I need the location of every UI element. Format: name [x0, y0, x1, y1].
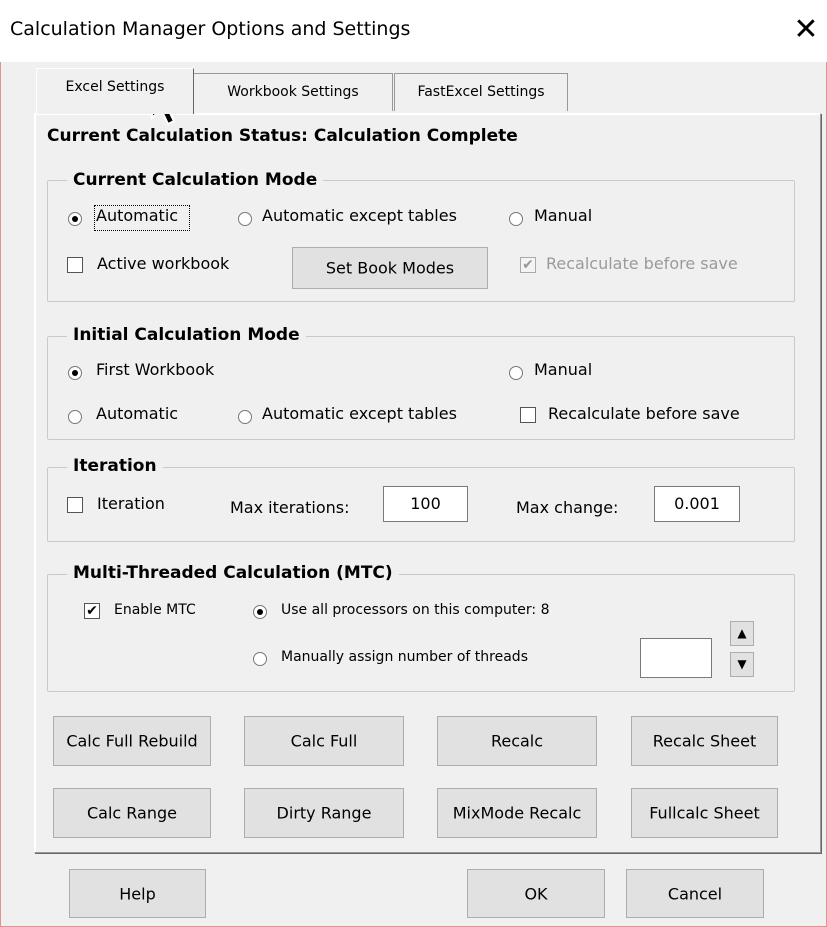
- radio-initial-automatic-except-tables-label[interactable]: Automatic except tables: [262, 404, 457, 423]
- radio-initial-manual[interactable]: [509, 366, 523, 380]
- fullcalc-sheet-button[interactable]: Fullcalc Sheet: [631, 788, 778, 838]
- max-change-input[interactable]: 0.001: [654, 486, 740, 522]
- tab-workbook-settings[interactable]: Workbook Settings: [193, 73, 393, 111]
- calc-full-rebuild-button[interactable]: Calc Full Rebuild: [53, 716, 211, 766]
- checkbox-recalc-before-save-initial[interactable]: [520, 407, 536, 423]
- checkbox-recalc-before-save-current-label: Recalculate before save: [546, 254, 738, 273]
- radio-use-all-processors-label[interactable]: Use all processors on this computer: 8: [281, 602, 550, 618]
- radio-automatic-except-tables[interactable]: [238, 212, 252, 226]
- tab-excel-settings[interactable]: Excel Settings: [36, 68, 194, 114]
- radio-manual-label[interactable]: Manual: [534, 206, 592, 225]
- radio-manual[interactable]: [509, 212, 523, 226]
- checkbox-enable-mtc-label[interactable]: Enable MTC: [114, 602, 196, 618]
- radio-initial-automatic-except-tables[interactable]: [238, 410, 252, 424]
- radio-first-workbook[interactable]: [68, 366, 82, 380]
- button-label: Calc Range: [86, 803, 177, 823]
- button-label: Set Book Modes: [325, 258, 455, 278]
- radio-first-workbook-label[interactable]: First Workbook: [96, 360, 214, 379]
- spin-down-icon[interactable]: ▼: [730, 652, 754, 677]
- radio-initial-automatic-label[interactable]: Automatic: [96, 404, 178, 423]
- set-book-modes-button[interactable]: Set Book Modes: [292, 247, 488, 289]
- max-iterations-input[interactable]: 100: [383, 486, 468, 522]
- checkbox-active-workbook[interactable]: [67, 257, 83, 273]
- tab-label: FastExcel Settings: [417, 84, 545, 100]
- focus-indicator: [94, 205, 190, 231]
- mixmode-recalc-button[interactable]: MixMode Recalc: [437, 788, 597, 838]
- button-label: Cancel: [667, 884, 723, 903]
- tab-fastexcel-settings[interactable]: FastExcel Settings: [394, 73, 568, 111]
- window-title: Calculation Manager Options and Settings: [10, 18, 411, 40]
- calculation-status: Current Calculation Status: Calculation …: [47, 126, 518, 146]
- tab-label: Excel Settings: [65, 79, 165, 95]
- group-legend: Iteration: [67, 456, 163, 476]
- button-label: OK: [524, 884, 548, 903]
- button-label: Calc Full Rebuild: [66, 731, 198, 751]
- button-label: Calc Full: [290, 731, 358, 751]
- cancel-button[interactable]: Cancel: [626, 869, 764, 918]
- radio-manually-assign-threads-label[interactable]: Manually assign number of threads: [281, 649, 528, 665]
- checkbox-recalc-before-save-initial-label[interactable]: Recalculate before save: [548, 404, 740, 423]
- group-initial-calculation-mode: [47, 336, 795, 440]
- checkbox-enable-mtc[interactable]: ✔: [84, 603, 100, 619]
- calc-full-button[interactable]: Calc Full: [244, 716, 404, 766]
- spin-up-icon[interactable]: ▲: [730, 621, 754, 646]
- max-iterations-label: Max iterations:: [230, 498, 350, 517]
- radio-initial-automatic[interactable]: [68, 410, 82, 424]
- button-label: Dirty Range: [276, 803, 372, 823]
- radio-initial-manual-label[interactable]: Manual: [534, 360, 592, 379]
- button-label: MixMode Recalc: [452, 803, 582, 823]
- group-legend: Current Calculation Mode: [67, 170, 324, 190]
- dirty-range-button[interactable]: Dirty Range: [244, 788, 404, 838]
- close-icon[interactable]: ✕: [786, 10, 826, 50]
- tab-label: Workbook Settings: [227, 84, 359, 100]
- radio-automatic[interactable]: [68, 212, 82, 226]
- radio-automatic-except-tables-label[interactable]: Automatic except tables: [262, 206, 457, 225]
- thread-count-input[interactable]: [640, 638, 712, 678]
- button-label: Recalc: [490, 731, 544, 751]
- group-legend: Initial Calculation Mode: [67, 325, 306, 345]
- recalc-sheet-button[interactable]: Recalc Sheet: [631, 716, 778, 766]
- max-change-label: Max change:: [516, 498, 619, 517]
- button-label: Fullcalc Sheet: [649, 803, 760, 823]
- radio-use-all-processors[interactable]: [253, 605, 267, 619]
- button-label: Recalc Sheet: [652, 731, 757, 751]
- ok-button[interactable]: OK: [467, 869, 605, 918]
- recalc-button[interactable]: Recalc: [437, 716, 597, 766]
- checkbox-recalc-before-save-current: ✔: [520, 257, 536, 273]
- button-label: Help: [119, 884, 156, 903]
- checkbox-active-workbook-label[interactable]: Active workbook: [97, 254, 229, 273]
- help-button[interactable]: Help: [69, 869, 206, 918]
- calc-range-button[interactable]: Calc Range: [53, 788, 211, 838]
- checkbox-iteration-label[interactable]: Iteration: [97, 494, 165, 513]
- checkbox-iteration[interactable]: [67, 497, 83, 513]
- group-legend: Multi-Threaded Calculation (MTC): [67, 563, 399, 583]
- radio-manually-assign-threads[interactable]: [253, 652, 267, 666]
